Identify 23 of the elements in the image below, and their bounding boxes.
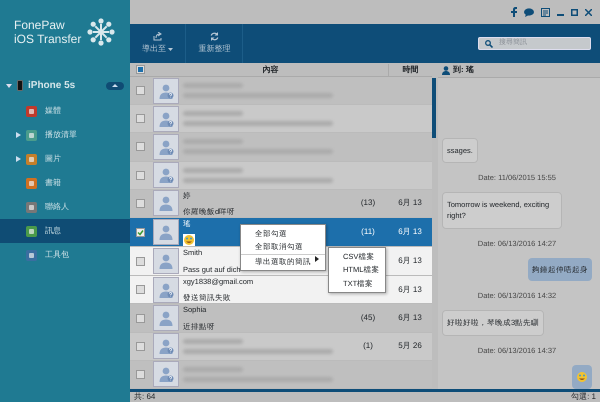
sidebar-item-label: 工具包	[45, 249, 69, 261]
checked-count: 勾選: 1	[571, 391, 596, 402]
sidebar-item-label: 書籍	[45, 177, 61, 189]
message-date: 6月 13	[397, 255, 423, 268]
message-date: 6月 13	[397, 197, 423, 210]
device-name: iPhone 5s	[28, 79, 76, 93]
message-date: 6月 13	[397, 226, 423, 238]
app-subtitle: iOS Transfer	[14, 32, 82, 46]
sidebar-item-label: 播放清單	[45, 129, 77, 141]
message-count: (1)	[362, 340, 374, 352]
message-date: 6月 13	[397, 312, 423, 324]
sidebar-item-label: 媒體	[45, 105, 61, 117]
sidebar-item-label: 訊息	[45, 225, 61, 237]
message-date: 5月 26	[397, 340, 423, 352]
sidebar-item-label: 圖片	[45, 153, 61, 165]
sidebar-item-label: 聯絡人	[45, 201, 69, 213]
message-date: 6月 13	[397, 284, 423, 296]
recipient-label: 到: 瑤	[453, 64, 474, 76]
total-count: 共: 64	[134, 391, 156, 402]
message-count: (45)	[360, 312, 376, 324]
app-title: FonePaw	[14, 18, 66, 32]
message-count: (13)	[360, 197, 376, 210]
message-count: (11)	[360, 226, 376, 238]
